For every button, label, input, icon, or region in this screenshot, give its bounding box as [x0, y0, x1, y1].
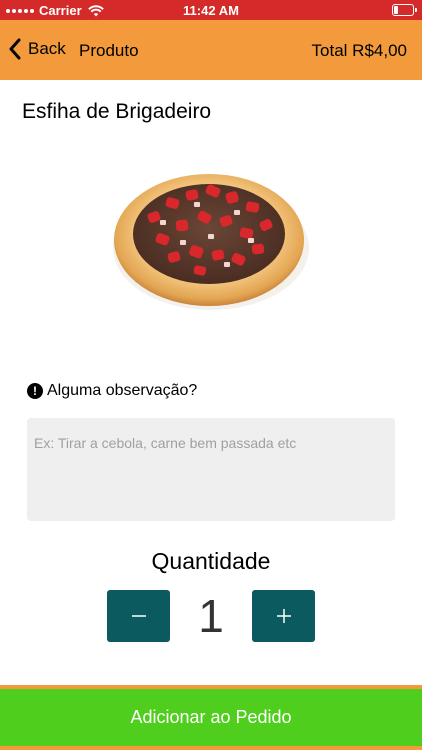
exclamation-icon: !	[27, 383, 43, 399]
status-time: 11:42 AM	[183, 3, 239, 18]
chevron-left-icon	[9, 38, 21, 60]
increase-quantity-button[interactable]	[252, 590, 315, 642]
decrease-quantity-button[interactable]	[107, 590, 170, 642]
minus-icon	[131, 615, 146, 617]
status-bar: Carrier 11:42 AM	[0, 0, 422, 20]
quantity-label: Quantidade	[151, 548, 271, 574]
add-to-order-button[interactable]: Adicionar ao Pedido	[0, 689, 422, 746]
quantity-value: 1	[198, 590, 224, 642]
observation-input[interactable]	[27, 418, 395, 521]
observation-label: ! Alguma observação?	[27, 382, 197, 400]
observation-label-text: Alguma observação?	[47, 382, 198, 399]
back-button[interactable]: Back	[8, 38, 66, 60]
battery-icon	[392, 4, 417, 16]
back-label: Back	[28, 39, 66, 58]
product-image	[113, 174, 309, 310]
nav-title: Produto	[79, 41, 139, 60]
product-title: Esfiha de Brigadeiro	[22, 100, 212, 123]
order-total: Total R$4,00	[311, 41, 407, 60]
product-screen: Carrier 11:42 AM Back Produto Total R$4,…	[0, 0, 422, 750]
nav-bar: Back Produto Total R$4,00	[0, 20, 422, 80]
plus-icon	[276, 609, 291, 623]
